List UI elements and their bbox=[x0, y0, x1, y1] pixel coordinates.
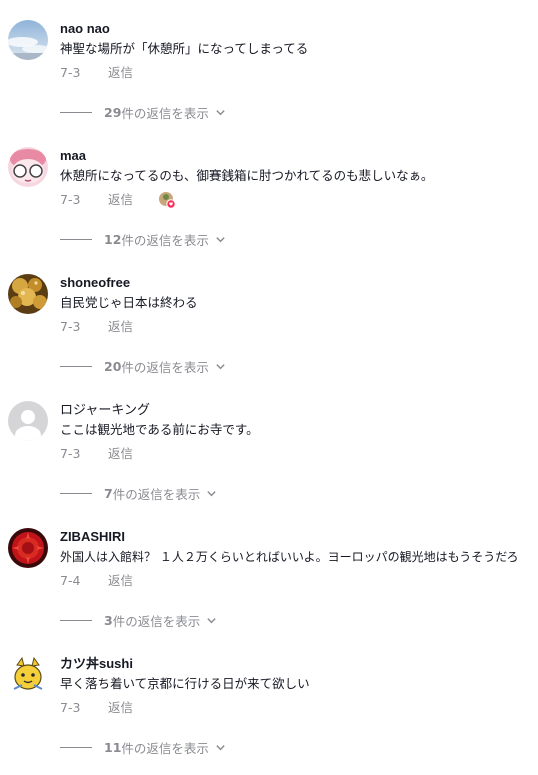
comment-date: 7-3 bbox=[60, 446, 81, 461]
divider-line bbox=[60, 746, 92, 748]
view-replies-label: 件の返信を表示 bbox=[121, 105, 209, 121]
comment-date: 7-3 bbox=[60, 319, 81, 334]
comment-username[interactable]: nao nao bbox=[60, 20, 110, 38]
comment-meta: 7-3 返信 bbox=[60, 445, 133, 463]
view-replies-button[interactable]: 12 件の返信を表示 bbox=[60, 230, 226, 248]
view-replies-label: 件の返信を表示 bbox=[112, 486, 201, 502]
comment-username[interactable]: ZIBASHIRI bbox=[60, 528, 125, 546]
chevron-down-icon bbox=[216, 744, 225, 750]
comment-meta: 7-3 返信 bbox=[60, 64, 133, 82]
avatar[interactable] bbox=[8, 528, 48, 568]
comment-item: nao nao 神聖な場所が「休憩所」になってしまってる 7-3 返信 29 件の… bbox=[0, 20, 538, 140]
comment-date: 7-3 bbox=[60, 700, 81, 715]
replies-count: 11 bbox=[104, 739, 122, 755]
reply-button[interactable]: 返信 bbox=[108, 191, 133, 209]
comment-text: 休憩所になってるのも、御賽銭箱に肘つかれてるのも悲しいなぁ。 bbox=[60, 168, 434, 183]
comment-text: 外国人は入館料？ １人２万くらいとればいいよ。ヨーロッパの観光地はもうそうだろ bbox=[60, 550, 519, 564]
comment-username[interactable]: カツ丼sushi bbox=[60, 655, 133, 673]
divider-line bbox=[60, 619, 92, 621]
comment-item: ZIBASHIRI 外国人は入館料？ １人２万くらいとればいいよ。ヨーロッパの観… bbox=[0, 528, 538, 648]
red-flower-avatar-image bbox=[8, 528, 48, 568]
sky-avatar-image bbox=[8, 20, 48, 60]
view-replies-label: 件の返信を表示 bbox=[121, 359, 209, 375]
comment-meta: 7-3 返信 bbox=[60, 318, 133, 336]
comment-username[interactable]: maa bbox=[60, 147, 86, 165]
view-replies-label: 件の返信を表示 bbox=[112, 613, 201, 629]
comment-text: ここは観光地である前にお寺です。 bbox=[60, 422, 259, 437]
comment-text: 早く落ち着いて京都に行ける日が来て欲しい bbox=[60, 676, 310, 691]
cartoon-avatar-image bbox=[8, 655, 48, 695]
reply-button[interactable]: 返信 bbox=[108, 445, 133, 463]
divider-line bbox=[60, 492, 92, 494]
replies-count: 20 bbox=[104, 358, 122, 374]
comment-item: shoneofree 自民党じゃ日本は終わる 7-3 返信 20 件の返信を表示 bbox=[0, 274, 538, 394]
comment-item: ロジャーキング ここは観光地である前にお寺です。 7-3 返信 7 件の返信を表示 bbox=[0, 401, 538, 521]
reply-button[interactable]: 返信 bbox=[108, 572, 133, 590]
replies-count: 3 bbox=[104, 612, 113, 628]
chevron-down-icon bbox=[216, 363, 225, 369]
view-replies-button[interactable]: 29 件の返信を表示 bbox=[60, 103, 226, 121]
avatar[interactable] bbox=[8, 20, 48, 60]
chevron-down-icon bbox=[216, 236, 225, 242]
comment-date: 7-4 bbox=[60, 573, 81, 588]
comment-username[interactable]: shoneofree bbox=[60, 274, 130, 292]
comment-meta: 7-4 返信 bbox=[60, 572, 133, 590]
comment-item: カツ丼sushi 早く落ち着いて京都に行ける日が来て欲しい 7-3 返信 11 件… bbox=[0, 655, 538, 775]
comment-username[interactable]: ロジャーキング bbox=[60, 401, 150, 419]
comment-date: 7-3 bbox=[60, 65, 81, 80]
comment-meta: 7-3 返信 bbox=[60, 191, 133, 209]
replies-count: 29 bbox=[104, 104, 122, 120]
chevron-down-icon bbox=[207, 490, 216, 496]
comment-meta: 7-3 返信 bbox=[60, 699, 133, 717]
view-replies-label: 件の返信を表示 bbox=[121, 740, 209, 756]
gold-avatar-image bbox=[8, 274, 48, 314]
avatar[interactable] bbox=[8, 147, 48, 187]
divider-line bbox=[60, 238, 92, 240]
comment-item: maa 休憩所になってるのも、御賽銭箱に肘つかれてるのも悲しいなぁ。 7-3 返信… bbox=[0, 147, 538, 267]
chevron-down-icon bbox=[216, 109, 225, 115]
avatar[interactable] bbox=[8, 655, 48, 695]
reply-button[interactable]: 返信 bbox=[108, 64, 133, 82]
view-replies-button[interactable]: 7 件の返信を表示 bbox=[60, 484, 217, 502]
reply-button[interactable]: 返信 bbox=[108, 699, 133, 717]
view-replies-label: 件の返信を表示 bbox=[121, 232, 209, 248]
avatar[interactable] bbox=[8, 401, 48, 441]
character-avatar-image bbox=[8, 147, 48, 187]
avatar[interactable] bbox=[8, 274, 48, 314]
divider-line bbox=[60, 365, 92, 367]
default-avatar-image bbox=[8, 401, 48, 441]
view-replies-button[interactable]: 11 件の返信を表示 bbox=[60, 738, 226, 756]
comment-date: 7-3 bbox=[60, 192, 81, 207]
comment-text: 自民党じゃ日本は終わる bbox=[60, 295, 198, 310]
replies-count: 7 bbox=[104, 485, 113, 501]
replies-count: 12 bbox=[104, 231, 122, 247]
creator-liked-icon bbox=[158, 191, 176, 209]
reply-button[interactable]: 返信 bbox=[108, 318, 133, 336]
view-replies-button[interactable]: 20 件の返信を表示 bbox=[60, 357, 226, 375]
divider-line bbox=[60, 111, 92, 113]
chevron-down-icon bbox=[207, 617, 216, 623]
comment-text: 神聖な場所が「休憩所」になってしまってる bbox=[60, 41, 309, 56]
view-replies-button[interactable]: 3 件の返信を表示 bbox=[60, 611, 217, 629]
